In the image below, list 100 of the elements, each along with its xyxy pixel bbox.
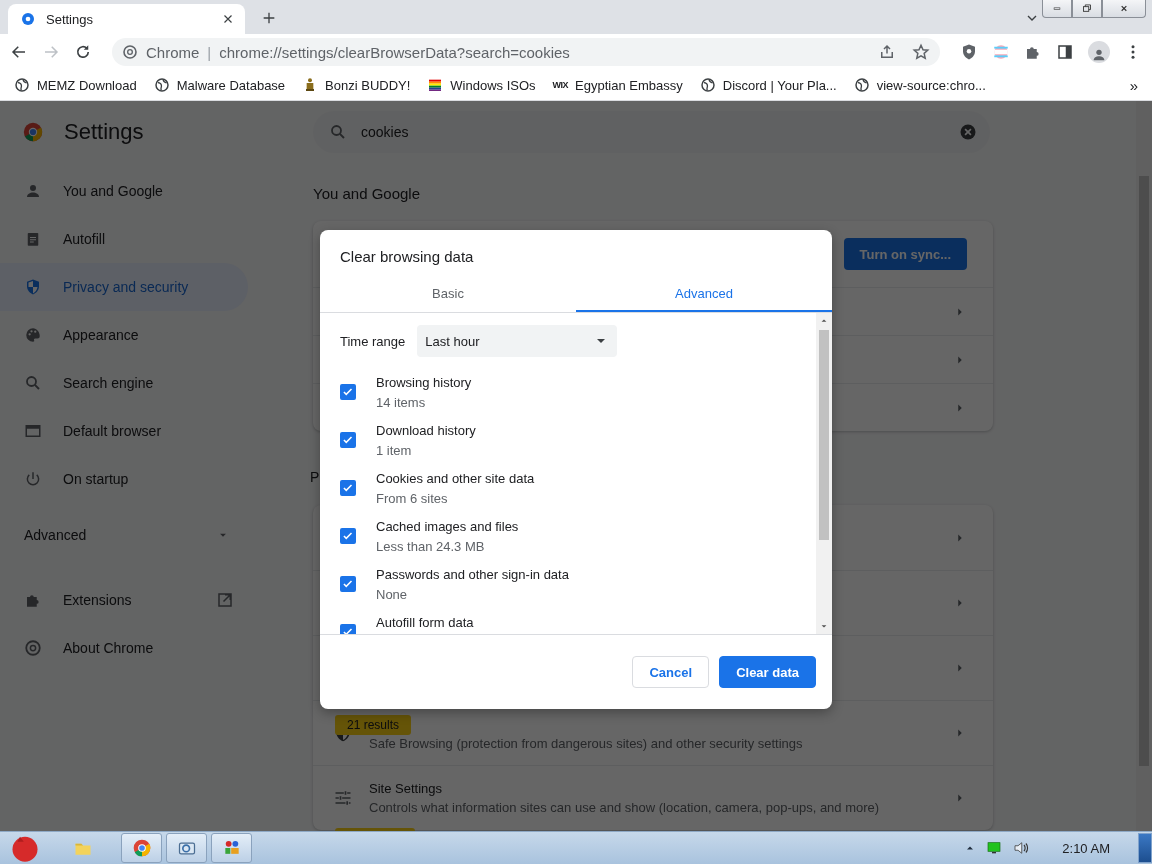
section-heading: P (310, 469, 320, 487)
search-value: cookies (361, 124, 410, 140)
search-icon (24, 374, 42, 392)
checkbox[interactable] (340, 384, 356, 400)
shield-icon (24, 278, 42, 296)
person-icon (1091, 47, 1107, 63)
item-label: Cached images and files (376, 519, 519, 534)
dialog-tab[interactable]: Advanced (576, 276, 832, 312)
checkbox[interactable] (340, 480, 356, 496)
clear-data-button[interactable]: Clear data (719, 656, 816, 688)
bookmark[interactable]: Malware Database (153, 77, 286, 93)
bookmark[interactable]: Discord | Your Pla... (699, 77, 837, 93)
results-badge: 21 results (335, 715, 412, 735)
bookmark[interactable]: WIX Egyptian Embassy (552, 77, 683, 93)
back-icon[interactable] (10, 43, 28, 61)
new-tab-icon[interactable] (261, 10, 277, 26)
item-detail: Less than 24.3 MB (376, 539, 486, 554)
checkbox[interactable] (340, 432, 356, 448)
clock[interactable]: 2:10 AM (1062, 840, 1110, 856)
taskbar-button[interactable] (121, 833, 162, 863)
dialog-title: Clear browsing data (339, 247, 475, 267)
url-text: chrome://settings/clearBrowserData?search=cookies (219, 43, 571, 61)
time-range-label: Time range (340, 333, 406, 349)
person-icon (24, 182, 42, 200)
globe-icon (699, 77, 716, 93)
search-icon (329, 123, 347, 141)
external-link-icon (216, 591, 234, 609)
time-range-select[interactable]: Last hour (417, 325, 618, 357)
side-panel-icon[interactable] (1056, 43, 1074, 61)
sidebar-link[interactable]: About Chrome (0, 624, 248, 672)
item-label: Download history (376, 423, 476, 438)
sidebar-item[interactable]: Appearance (0, 311, 248, 359)
tab-title: Settings (46, 11, 94, 27)
bookmark[interactable]: MEMZ Download (14, 77, 137, 93)
chrome-icon (24, 639, 42, 657)
item-label: Browsing history (376, 375, 472, 390)
sliders-icon (333, 788, 353, 808)
sidebar-link[interactable]: Extensions (0, 576, 248, 624)
rainbow-flag-icon (427, 77, 444, 93)
bookmark-label: view-source:chro... (876, 77, 986, 93)
close-button[interactable] (1102, 0, 1146, 18)
row-description: Controls what information sites can use and show (location, camera, pop-ups, and more) (369, 800, 881, 815)
sidebar-item[interactable]: Default browser (0, 407, 248, 455)
sidebar-item[interactable]: On startup (0, 455, 248, 503)
bookmark-label: Egyptian Embassy (575, 77, 683, 93)
reload-icon[interactable] (74, 43, 92, 61)
row-description: Safe Browsing (protection from dangerous sites) and other security settings (369, 735, 804, 751)
browser-tab[interactable]: Settings (8, 4, 245, 34)
sidebar-item[interactable]: Autofill (0, 215, 248, 263)
item-label: Autofill form data (376, 615, 474, 630)
bookmark-logo: WIX (552, 80, 569, 90)
show-desktop-button[interactable] (1138, 833, 1152, 863)
item-detail: 1 item (376, 443, 413, 458)
section-heading: You and Google (313, 185, 421, 204)
speaker-icon[interactable] (1012, 839, 1031, 857)
bookmark-label: Bonzi BUDDY! (325, 77, 411, 93)
star-icon[interactable] (912, 43, 930, 61)
sidebar-item[interactable]: Search engine (0, 359, 248, 407)
scroll-down-icon[interactable] (820, 622, 828, 630)
monitor-icon[interactable] (986, 840, 1003, 856)
chrome-icon (131, 838, 152, 858)
bookmark[interactable]: Windows ISOs (427, 77, 536, 93)
settings-title: Settings (64, 119, 144, 145)
separator: | (207, 43, 212, 61)
row-title: Site Settings (369, 781, 443, 796)
bookmark[interactable]: Bonzi BUDDY! (302, 77, 411, 93)
bookmark-label: MEMZ Download (37, 77, 137, 93)
site-label: Chrome (146, 43, 200, 61)
globe-icon (853, 77, 870, 93)
palette-icon (24, 326, 42, 344)
bookmark-label: Malware Database (176, 77, 286, 93)
taskbar-button[interactable] (211, 833, 252, 863)
address-bar[interactable]: Chrome | chrome://settings/clearBrowserData?search=cookies (112, 38, 940, 66)
shield-icon[interactable] (960, 43, 978, 61)
share-icon[interactable] (878, 43, 896, 61)
more-bookmarks[interactable]: » (1129, 76, 1138, 94)
item-label: Cookies and other site data (376, 471, 535, 486)
globe-icon (14, 77, 30, 93)
dialog-tab[interactable]: Basic (320, 276, 576, 312)
restore-button[interactable] (1072, 0, 1102, 18)
checkbox[interactable] (340, 576, 356, 592)
scrollbar[interactable] (1136, 101, 1152, 831)
clear-search-icon[interactable] (958, 122, 978, 142)
avatar[interactable] (1088, 41, 1110, 63)
browser-window-icon (24, 422, 42, 440)
scrollbar[interactable] (816, 313, 832, 634)
scroll-up-icon[interactable] (820, 317, 828, 325)
bookmark-label: Windows ISOs (450, 77, 536, 93)
gear-icon (20, 11, 36, 27)
taskbar-button[interactable] (166, 833, 207, 863)
sidebar-item[interactable]: You and Google (0, 167, 248, 215)
item-detail: 14 items (376, 395, 427, 410)
chrome-icon (122, 44, 138, 60)
cancel-button[interactable]: Cancel (632, 656, 710, 688)
checkbox[interactable] (340, 528, 356, 544)
advanced-toggle[interactable]: Advanced (0, 511, 300, 559)
globe-icon (153, 77, 170, 93)
item-label: Passwords and other sign-in data (376, 567, 569, 582)
item-detail: From 6 sites (376, 491, 449, 506)
bookmark[interactable]: view-source:chro... (853, 77, 986, 93)
